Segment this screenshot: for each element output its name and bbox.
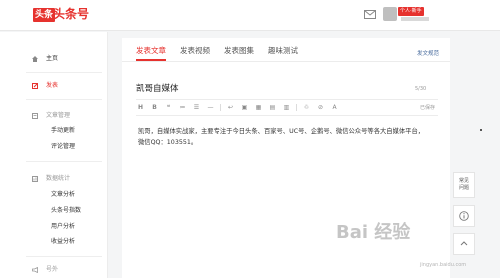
sidebar: 主页 发表 文章管理 手动更新 评论管理 数据统计 文章分析 头条号指数 用户分… [0,32,108,278]
sidebar-item-manual-update[interactable]: 手动更新 [0,124,108,138]
sidebar-divider [26,256,102,257]
ordered-list-icon[interactable]: ≔ [178,102,187,113]
save-status: 已保存 [420,105,436,111]
sidebar-item-label: 收益分析 [51,238,76,245]
sidebar-group-label: 数据统计 [46,175,71,182]
body-line: 微信QQ：103551。 [138,139,198,146]
font-icon[interactable]: A [330,102,339,113]
sidebar-item-publish[interactable]: 发表 [0,79,108,93]
publishing-guidelines-link[interactable]: 发文规范 [417,49,439,57]
home-icon [32,56,38,62]
tabs-divider [122,61,450,62]
bold-icon[interactable]: B [150,102,159,113]
sidebar-item-label: 头条号指数 [51,207,82,214]
sidebar-group-label: 号外 [46,266,59,273]
sidebar-item-user-analysis[interactable]: 用户分析 [0,220,108,234]
tab-publish-video[interactable]: 发表视频 [180,45,210,57]
baidu-watermark-logo: Bai 经验 [336,222,411,243]
vote-icon[interactable]: ▥ [282,102,291,113]
body-line: 凯哥，自媒体实战家，主要专注于今日头条、百家号、UC号、企鹅号、微信公众号等各大… [138,128,425,135]
sidebar-item-comment-manage[interactable]: 评论管理 [0,140,108,154]
faq-button[interactable]: 常见问题 [453,172,475,198]
sidebar-item-toutiao-index[interactable]: 头条号指数 [0,204,108,218]
undo-icon[interactable]: ↩ [226,102,235,113]
avatar[interactable] [383,7,397,21]
tab-publish-gallery[interactable]: 发表图集 [224,45,254,57]
image-icon[interactable]: ▣ [240,102,249,113]
sidebar-divider [26,161,102,162]
sidebar-group-data-stats[interactable]: 数据统计 [0,172,108,186]
sidebar-item-label: 主页 [46,55,59,62]
sidebar-item-article-analysis[interactable]: 文章分析 [0,188,108,202]
unordered-list-icon[interactable]: ☰ [192,102,201,113]
video-icon[interactable]: ▦ [254,102,263,113]
megaphone-icon [32,267,38,273]
sidebar-item-label: 文章分析 [51,191,76,198]
toolbar-separator [296,104,297,111]
sidebar-divider [26,72,102,73]
sidebar-group-article-manage[interactable]: 文章管理 [0,109,108,123]
title-divider [136,99,438,100]
back-to-top-button[interactable] [453,233,475,255]
top-bar: 头条 头条号 个人·新手 [0,0,500,31]
divider-line-icon[interactable]: — [206,102,215,113]
tab-fun-quiz[interactable]: 趣味测试 [268,45,298,57]
info-icon [459,211,469,221]
toolbar-divider [136,115,438,116]
sidebar-item-home[interactable]: 主页 [0,52,108,66]
quote-icon[interactable]: ❝ [164,102,173,113]
mail-icon[interactable] [364,10,376,19]
sidebar-item-label: 评论管理 [51,143,76,150]
sidebar-item-label: 手动更新 [51,127,76,134]
info-button[interactable] [453,205,475,227]
document-icon [32,113,38,119]
title-char-count: 5/30 [415,86,427,92]
stats-icon [32,176,38,182]
audio-icon[interactable]: ▤ [268,102,277,113]
sidebar-item-label: 用户分析 [51,223,76,230]
sidebar-group-label: 文章管理 [46,112,71,119]
title-input[interactable]: 凯哥自媒体 [136,83,432,95]
sidebar-group-more[interactable]: 号外 [0,263,108,277]
logo-badge[interactable]: 头条 [33,8,56,22]
user-level-badge: 个人·新手 [398,7,424,16]
logo-text[interactable]: 头条号 [53,6,89,23]
baidu-watermark-url: jingyan.baidu.com [420,262,467,268]
article-body-editor[interactable]: 凯哥，自媒体实战家，主要专注于今日头条、百家号、UC号、企鹅号、微信公众号等各大… [138,126,434,148]
back-to-top-icon [460,241,468,246]
cursor-dot [480,129,482,131]
heading-icon[interactable]: H [136,102,145,113]
tab-publish-article[interactable]: 发表文章 [136,45,166,57]
sidebar-item-revenue-analysis[interactable]: 收益分析 [0,235,108,249]
editor-toolbar: H B ❝ ≔ ☰ — ↩ ▣ ▦ ▤ ▥ ♲ ⊘ A [136,102,438,113]
edit-icon [32,83,38,89]
faq-label: 常见问题 [459,178,470,191]
toolbar-separator [220,104,221,111]
sidebar-item-label: 发表 [46,82,59,89]
clear-format-icon[interactable]: ⊘ [316,102,325,113]
sidebar-divider [26,99,102,100]
user-name-blurred[interactable] [401,17,429,21]
recycle-icon[interactable]: ♲ [302,102,311,113]
